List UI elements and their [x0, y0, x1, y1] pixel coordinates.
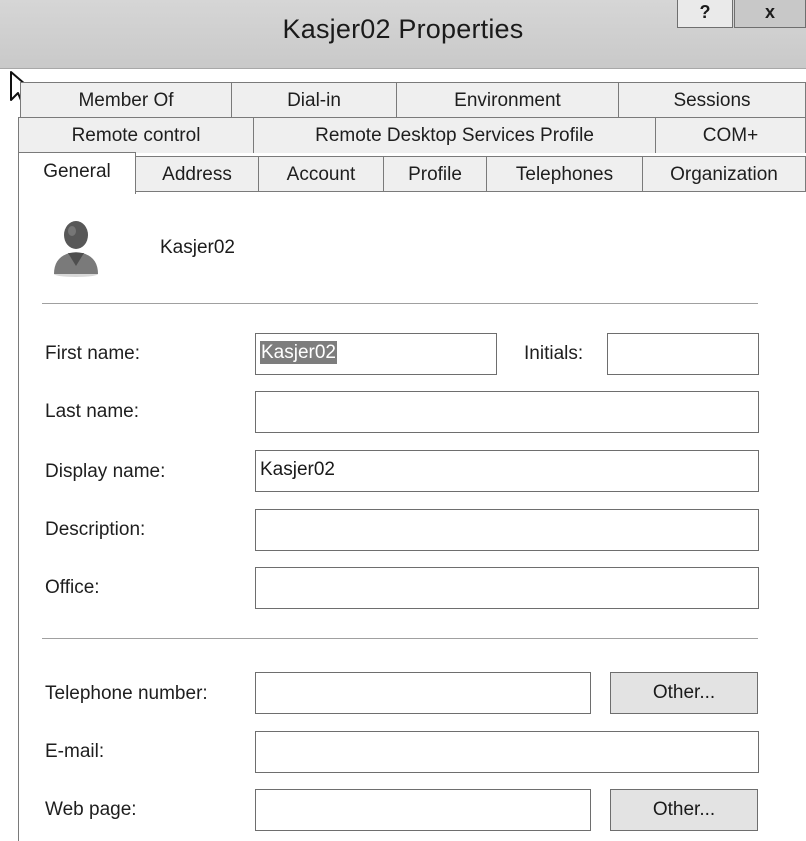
office-label: Office:: [45, 577, 100, 598]
web-page-label: Web page:: [45, 799, 137, 820]
first-name-label: First name:: [45, 343, 141, 364]
tab-environment[interactable]: Environment: [396, 82, 619, 118]
help-button[interactable]: ?: [677, 0, 733, 28]
first-name-field[interactable]: Kasjer02: [255, 333, 497, 375]
email-label: E-mail:: [45, 741, 105, 762]
tab-profile[interactable]: Profile: [383, 156, 487, 192]
tab-account[interactable]: Account: [258, 156, 384, 192]
tab-organization[interactable]: Organization: [642, 156, 806, 192]
telephone-number-label: Telephone number:: [45, 683, 208, 704]
initials-label: Initials:: [524, 343, 584, 364]
close-button[interactable]: x: [734, 0, 806, 28]
title-bar: Kasjer02 Properties ? x: [0, 0, 806, 69]
separator-top: [42, 303, 758, 304]
tab-row-3: General Address Account Profile Telephon…: [0, 152, 806, 194]
office-field[interactable]: [255, 567, 759, 609]
initials-field[interactable]: [607, 333, 759, 375]
description-label: Description:: [45, 519, 146, 540]
tab-row-2: Remote control Remote Desktop Services P…: [0, 117, 806, 153]
display-name-label: Display name:: [45, 461, 166, 482]
display-name-field[interactable]: Kasjer02: [255, 450, 759, 492]
first-name-value: Kasjer02: [260, 341, 337, 364]
user-avatar-icon: [54, 221, 98, 277]
user-display-name: Kasjer02: [160, 237, 235, 258]
last-name-label: Last name:: [45, 401, 139, 422]
last-name-field[interactable]: [255, 391, 759, 433]
tab-remote-control[interactable]: Remote control: [18, 117, 254, 153]
web-page-other-button[interactable]: Other...: [610, 789, 758, 831]
tab-sessions[interactable]: Sessions: [618, 82, 806, 118]
telephone-other-button[interactable]: Other...: [610, 672, 758, 714]
web-page-field[interactable]: [255, 789, 591, 831]
tab-general[interactable]: General: [18, 152, 136, 194]
tab-member-of[interactable]: Member Of: [20, 82, 232, 118]
tab-dial-in[interactable]: Dial-in: [231, 82, 397, 118]
telephone-number-field[interactable]: [255, 672, 591, 714]
tab-row-1: Member Of Dial-in Environment Sessions: [0, 82, 806, 118]
description-field[interactable]: [255, 509, 759, 551]
email-field[interactable]: [255, 731, 759, 773]
tab-com-plus[interactable]: COM+: [655, 117, 806, 153]
tab-remote-desktop-services-profile[interactable]: Remote Desktop Services Profile: [253, 117, 656, 153]
tab-telephones[interactable]: Telephones: [486, 156, 643, 192]
tab-address[interactable]: Address: [135, 156, 259, 192]
separator-bottom: [42, 638, 758, 639]
